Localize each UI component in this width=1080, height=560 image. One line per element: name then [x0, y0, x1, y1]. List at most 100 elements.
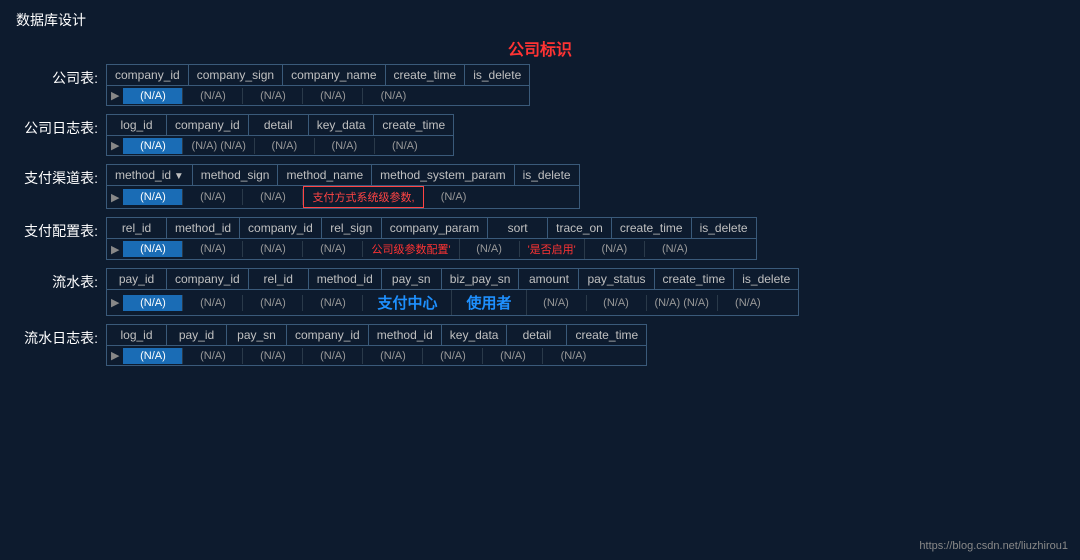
col-company_id2: company_id	[167, 115, 249, 135]
cell-method_id4: (N/A)	[363, 348, 423, 364]
col-is_delete2: is_delete	[515, 165, 579, 185]
col-key_data: key_data	[309, 115, 375, 135]
cell-company_id4: (N/A)	[183, 295, 243, 311]
cell-create_time3: (N/A)	[585, 241, 645, 257]
cell-is_delete3: (N/A)	[645, 241, 705, 257]
cell-rel_id: (N/A)	[123, 241, 183, 257]
pay-log-table-row: 流水日志表: log_id pay_id pay_sn company_id m…	[16, 324, 1064, 366]
cell-method_id3: (N/A)	[303, 295, 363, 311]
cell-method_id2: (N/A)	[183, 241, 243, 257]
row-arrow: ▶	[107, 188, 123, 207]
method-table: method_id method_sign method_name method…	[106, 164, 580, 209]
col-rel_sign: rel_sign	[322, 218, 382, 238]
col-method_sign: method_sign	[193, 165, 279, 185]
pay-center-label: 支付中心	[371, 293, 443, 314]
rel-table-label: 支付配置表:	[16, 217, 106, 241]
col-company_id: company_id	[107, 65, 189, 85]
col-method_id3: method_id	[309, 269, 382, 289]
col-method_id2: method_id	[167, 218, 240, 238]
cell-rel_sign: (N/A)	[303, 241, 363, 257]
col-log_id: log_id	[107, 115, 167, 135]
rel-table-row: 支付配置表: rel_id method_id company_id rel_s…	[16, 217, 1064, 260]
col-is_delete3: is_delete	[692, 218, 756, 238]
cell-company_name: (N/A)	[243, 88, 303, 104]
col-company_id3: company_id	[240, 218, 322, 238]
col-pay_sn: pay_sn	[382, 269, 442, 289]
col-create_time3: create_time	[612, 218, 692, 238]
col-create_time4: create_time	[655, 269, 735, 289]
rel-table: rel_id method_id company_id rel_sign com…	[106, 217, 757, 260]
cell-method_sign: (N/A)	[183, 189, 243, 205]
cell-pay_sn: 支付中心	[363, 290, 452, 315]
col-is_delete: is_delete	[465, 65, 529, 85]
cell-pay_status: (N/A)	[587, 295, 647, 311]
method-table-label: 支付渠道表:	[16, 164, 106, 188]
cell-is_delete4: (N/A)	[718, 295, 778, 311]
col-pay_status: pay_status	[579, 269, 654, 289]
col-create_time2: create_time	[374, 115, 453, 135]
row-arrow: ▶	[107, 346, 123, 365]
cell-create_time4: (N/A) (N/A)	[647, 295, 718, 311]
company-log-table: log_id company_id detail key_data create…	[106, 114, 454, 156]
company-log-table-row: 公司日志表: log_id company_id detail key_data…	[16, 114, 1064, 156]
col-rel_id2: rel_id	[249, 269, 309, 289]
col-sort: sort	[488, 218, 548, 238]
col-company_name: company_name	[283, 65, 385, 85]
cell-company_param: 公司级参数配置'	[363, 239, 459, 259]
cell-rel_id2: (N/A)	[243, 295, 303, 311]
cell-sort: (N/A)	[460, 241, 520, 257]
cell-company_id: (N/A)	[123, 88, 183, 104]
row-arrow: ▶	[107, 86, 123, 105]
pay-log-table-label: 流水日志表:	[16, 324, 106, 348]
cell-pay_id: (N/A)	[123, 295, 183, 311]
row-arrow: ▶	[107, 240, 123, 259]
cell-trace_on: '是否启用'	[520, 239, 585, 259]
pay-table: pay_id company_id rel_id method_id pay_s…	[106, 268, 799, 316]
col-create_time: create_time	[386, 65, 466, 85]
cell-biz_pay_sn: 使用者	[452, 290, 526, 315]
footer-link: https://blog.csdn.net/liuzhirou1	[919, 540, 1068, 552]
company-log-label: 公司日志表:	[16, 114, 106, 138]
col-is_delete4: is_delete	[734, 269, 798, 289]
cell-is_delete2: (N/A)	[424, 189, 484, 205]
cell-create_time2: (N/A)	[375, 138, 435, 154]
col-rel_id: rel_id	[107, 218, 167, 238]
col-method_name: method_name	[278, 165, 372, 185]
method-table-row: 支付渠道表: method_id method_sign method_name…	[16, 164, 1064, 209]
col-method_id: method_id	[107, 165, 193, 185]
cell-method_system_param: 支付方式系统级参数,	[303, 186, 423, 208]
col-company_id4: company_id	[167, 269, 249, 289]
col-amount: amount	[519, 269, 579, 289]
col-company_param: company_param	[382, 218, 488, 238]
pay-table-label: 流水表:	[16, 268, 106, 292]
col-biz_pay_sn: biz_pay_sn	[442, 269, 520, 289]
cell-method_id: (N/A)	[123, 189, 183, 205]
col-method_system_param: method_system_param	[372, 165, 514, 185]
cell-key_data2: (N/A)	[423, 348, 483, 364]
row-arrow: ▶	[107, 293, 123, 312]
cell-company_id3: (N/A)	[243, 241, 303, 257]
cell-is_delete: (N/A)	[363, 88, 423, 104]
cell-method_name: (N/A)	[243, 189, 303, 205]
cell-company_id5: (N/A)	[303, 348, 363, 364]
cell-create_time5: (N/A)	[543, 348, 603, 364]
section-title: 公司标识	[508, 42, 572, 59]
pay-table-row: 流水表: pay_id company_id rel_id method_id …	[16, 268, 1064, 316]
cell-pay_sn2: (N/A)	[243, 348, 303, 364]
page-title: 数据库设计	[0, 0, 1080, 36]
cell-log_id: (N/A)	[123, 138, 183, 154]
col-pay_sn2: pay_sn	[227, 325, 287, 345]
col-key_data2: key_data	[442, 325, 508, 345]
col-pay_id: pay_id	[107, 269, 167, 289]
cell-detail: (N/A)	[255, 138, 315, 154]
col-company_id5: company_id	[287, 325, 369, 345]
col-detail2: detail	[507, 325, 567, 345]
col-log_id2: log_id	[107, 325, 167, 345]
cell-detail2: (N/A)	[483, 348, 543, 364]
company-table-label: 公司表:	[16, 64, 106, 88]
col-method_id4: method_id	[369, 325, 442, 345]
company-table: company_id company_sign company_name cre…	[106, 64, 530, 106]
content-area: 公司表: company_id company_sign company_nam…	[0, 64, 1080, 366]
col-trace_on: trace_on	[548, 218, 612, 238]
cell-pay_id2: (N/A)	[183, 348, 243, 364]
